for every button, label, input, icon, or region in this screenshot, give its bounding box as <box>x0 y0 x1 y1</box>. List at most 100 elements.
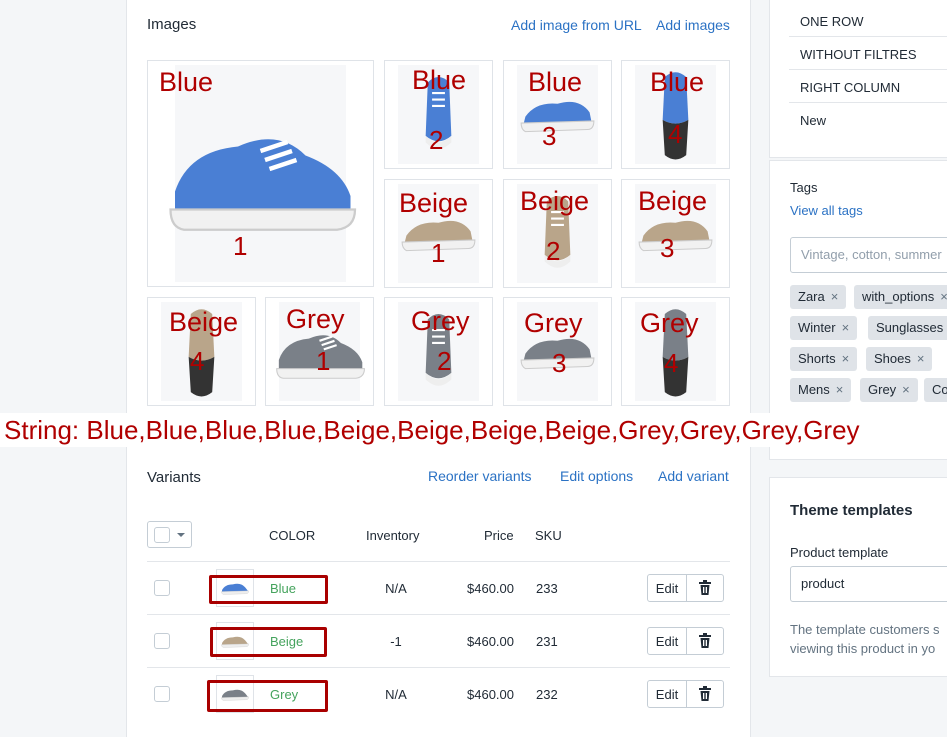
column-header-color: COLOR <box>269 528 316 543</box>
overlay-color-label: Grey <box>640 308 699 338</box>
row-divider <box>147 614 730 615</box>
add-images-link[interactable]: Add images <box>656 17 730 33</box>
column-header-sku: SKU <box>535 528 562 543</box>
overlay-number-label: 4 <box>664 348 679 378</box>
bulk-select-dropdown[interactable] <box>147 521 192 548</box>
remove-tag-icon[interactable]: × <box>842 320 850 335</box>
variant-price: $460.00 <box>467 634 514 649</box>
tag-chip[interactable]: Sunglasses× <box>868 316 947 340</box>
remove-tag-icon[interactable]: × <box>836 382 844 397</box>
tag-label: Sunglasses <box>876 320 944 335</box>
edit-variant-button[interactable]: Edit <box>647 680 687 708</box>
tag-label: Shoes <box>874 351 911 366</box>
product-image-thumbnail[interactable]: Blue 3 <box>503 60 612 169</box>
collection-item-right-column[interactable]: RIGHT COLUMN <box>800 80 900 95</box>
tag-chip[interactable]: Zara × <box>790 285 847 309</box>
product-image-thumbnail[interactable]: Blue 1 <box>147 60 374 287</box>
delete-variant-button[interactable] <box>686 574 724 602</box>
highlight-box <box>209 575 328 604</box>
collection-item-new[interactable]: New <box>800 113 826 128</box>
overlay-number-label: 3 <box>552 348 567 378</box>
product-image-thumbnail[interactable]: Beige 3 <box>621 179 730 288</box>
overlay-color-label: Beige <box>169 307 239 337</box>
overlay-color-label: Blue <box>528 67 583 97</box>
overlay-color-label: Beige <box>638 186 708 216</box>
add-image-from-url-link[interactable]: Add image from URL <box>511 17 642 33</box>
overlay-number-label: 1 <box>316 346 331 376</box>
tags-input[interactable]: Vintage, cotton, summer <box>790 237 947 273</box>
product-image-thumbnail[interactable]: Grey 2 <box>384 297 493 406</box>
tag-chip[interactable]: Co <box>924 378 947 402</box>
delete-variant-button[interactable] <box>686 680 724 708</box>
overlay-color-label: Grey <box>524 308 583 338</box>
overlay-number-label: 3 <box>542 121 557 151</box>
overlay-number-label: 2 <box>437 346 452 376</box>
tag-chip[interactable]: Mens × <box>790 378 852 402</box>
tag-chip[interactable]: Shoes × <box>866 347 933 371</box>
product-template-select[interactable]: product <box>790 566 947 602</box>
overlay-number-label: 1 <box>233 231 248 261</box>
edit-options-link[interactable]: Edit options <box>560 468 633 484</box>
product-image-thumbnail[interactable]: Beige 4 <box>147 297 256 406</box>
trash-icon <box>699 686 711 701</box>
delete-variant-button[interactable] <box>686 627 724 655</box>
bulk-select-checkbox[interactable] <box>154 527 170 543</box>
overlay-color-label: Grey <box>411 306 470 336</box>
collection-item-without-filtres[interactable]: WITHOUT FILTRES <box>800 47 917 62</box>
tag-chip[interactable]: Grey × <box>860 378 918 402</box>
variant-price: $460.00 <box>467 687 514 702</box>
overlay-number-label: 3 <box>660 233 675 263</box>
overlay-number-label: 2 <box>429 125 444 155</box>
highlight-box <box>207 680 328 712</box>
variant-sku: 233 <box>536 581 558 596</box>
trash-icon <box>699 633 711 648</box>
product-image-thumbnail[interactable]: Grey 4 <box>621 297 730 406</box>
highlight-box <box>210 627 327 657</box>
edit-variant-button[interactable]: Edit <box>647 574 687 602</box>
column-header-price: Price <box>484 528 514 543</box>
variant-row-checkbox[interactable] <box>154 633 170 649</box>
variant-row-checkbox[interactable] <box>154 686 170 702</box>
product-image-thumbnail[interactable]: Grey 1 <box>265 297 374 406</box>
product-image-thumbnail[interactable]: Beige 1 <box>384 179 493 288</box>
add-variant-link[interactable]: Add variant <box>658 468 729 484</box>
theme-note-line-2: viewing this product in yo <box>790 641 936 656</box>
variant-sku: 232 <box>536 687 558 702</box>
remove-tag-icon[interactable]: × <box>917 351 925 366</box>
tag-label: Co <box>932 382 947 397</box>
collection-item-one-row[interactable]: ONE ROW <box>800 14 864 29</box>
overlay-color-label: Beige <box>520 186 590 216</box>
product-image-thumbnail[interactable]: Blue 4 <box>621 60 730 169</box>
remove-tag-icon[interactable]: × <box>902 382 910 397</box>
variant-row-checkbox[interactable] <box>154 580 170 596</box>
remove-tag-icon[interactable]: × <box>842 351 850 366</box>
row-divider <box>147 667 730 668</box>
tag-chip[interactable]: Winter × <box>790 316 858 340</box>
product-image-thumbnail[interactable]: Grey 3 <box>503 297 612 406</box>
remove-tag-icon[interactable]: × <box>940 289 947 304</box>
tag-chip[interactable]: with_options × <box>854 285 947 309</box>
column-header-inventory: Inventory <box>366 528 420 543</box>
variant-sku: 231 <box>536 634 558 649</box>
overlay-number-label: 1 <box>431 238 446 268</box>
overlay-color-label: Beige <box>399 188 469 218</box>
edit-variant-button[interactable]: Edit <box>647 627 687 655</box>
theme-note-line-1: The template customers s <box>790 622 940 637</box>
reorder-variants-link[interactable]: Reorder variants <box>428 468 532 484</box>
tag-chip[interactable]: Shorts × <box>790 347 858 371</box>
tag-label: Zara <box>798 289 825 304</box>
view-all-tags-link[interactable]: View all tags <box>790 203 863 218</box>
overlay-color-label: Grey <box>286 304 345 334</box>
annotation-string: String: Blue,Blue,Blue,Blue,Beige,Beige,… <box>0 413 947 447</box>
overlay-color-label: Blue <box>159 67 214 97</box>
tag-label: Mens <box>798 382 830 397</box>
tag-label: Shorts <box>798 351 836 366</box>
overlay-color-label: Blue <box>412 65 467 95</box>
product-image-thumbnail[interactable]: Blue 2 <box>384 60 493 169</box>
remove-tag-icon[interactable]: × <box>831 289 839 304</box>
variant-inventory: N/A <box>385 581 407 596</box>
product-template-label: Product template <box>790 545 889 560</box>
product-image-thumbnail[interactable]: Beige 2 <box>503 179 612 288</box>
overlay-number-label: 4 <box>190 346 205 376</box>
variant-inventory: -1 <box>390 634 402 649</box>
